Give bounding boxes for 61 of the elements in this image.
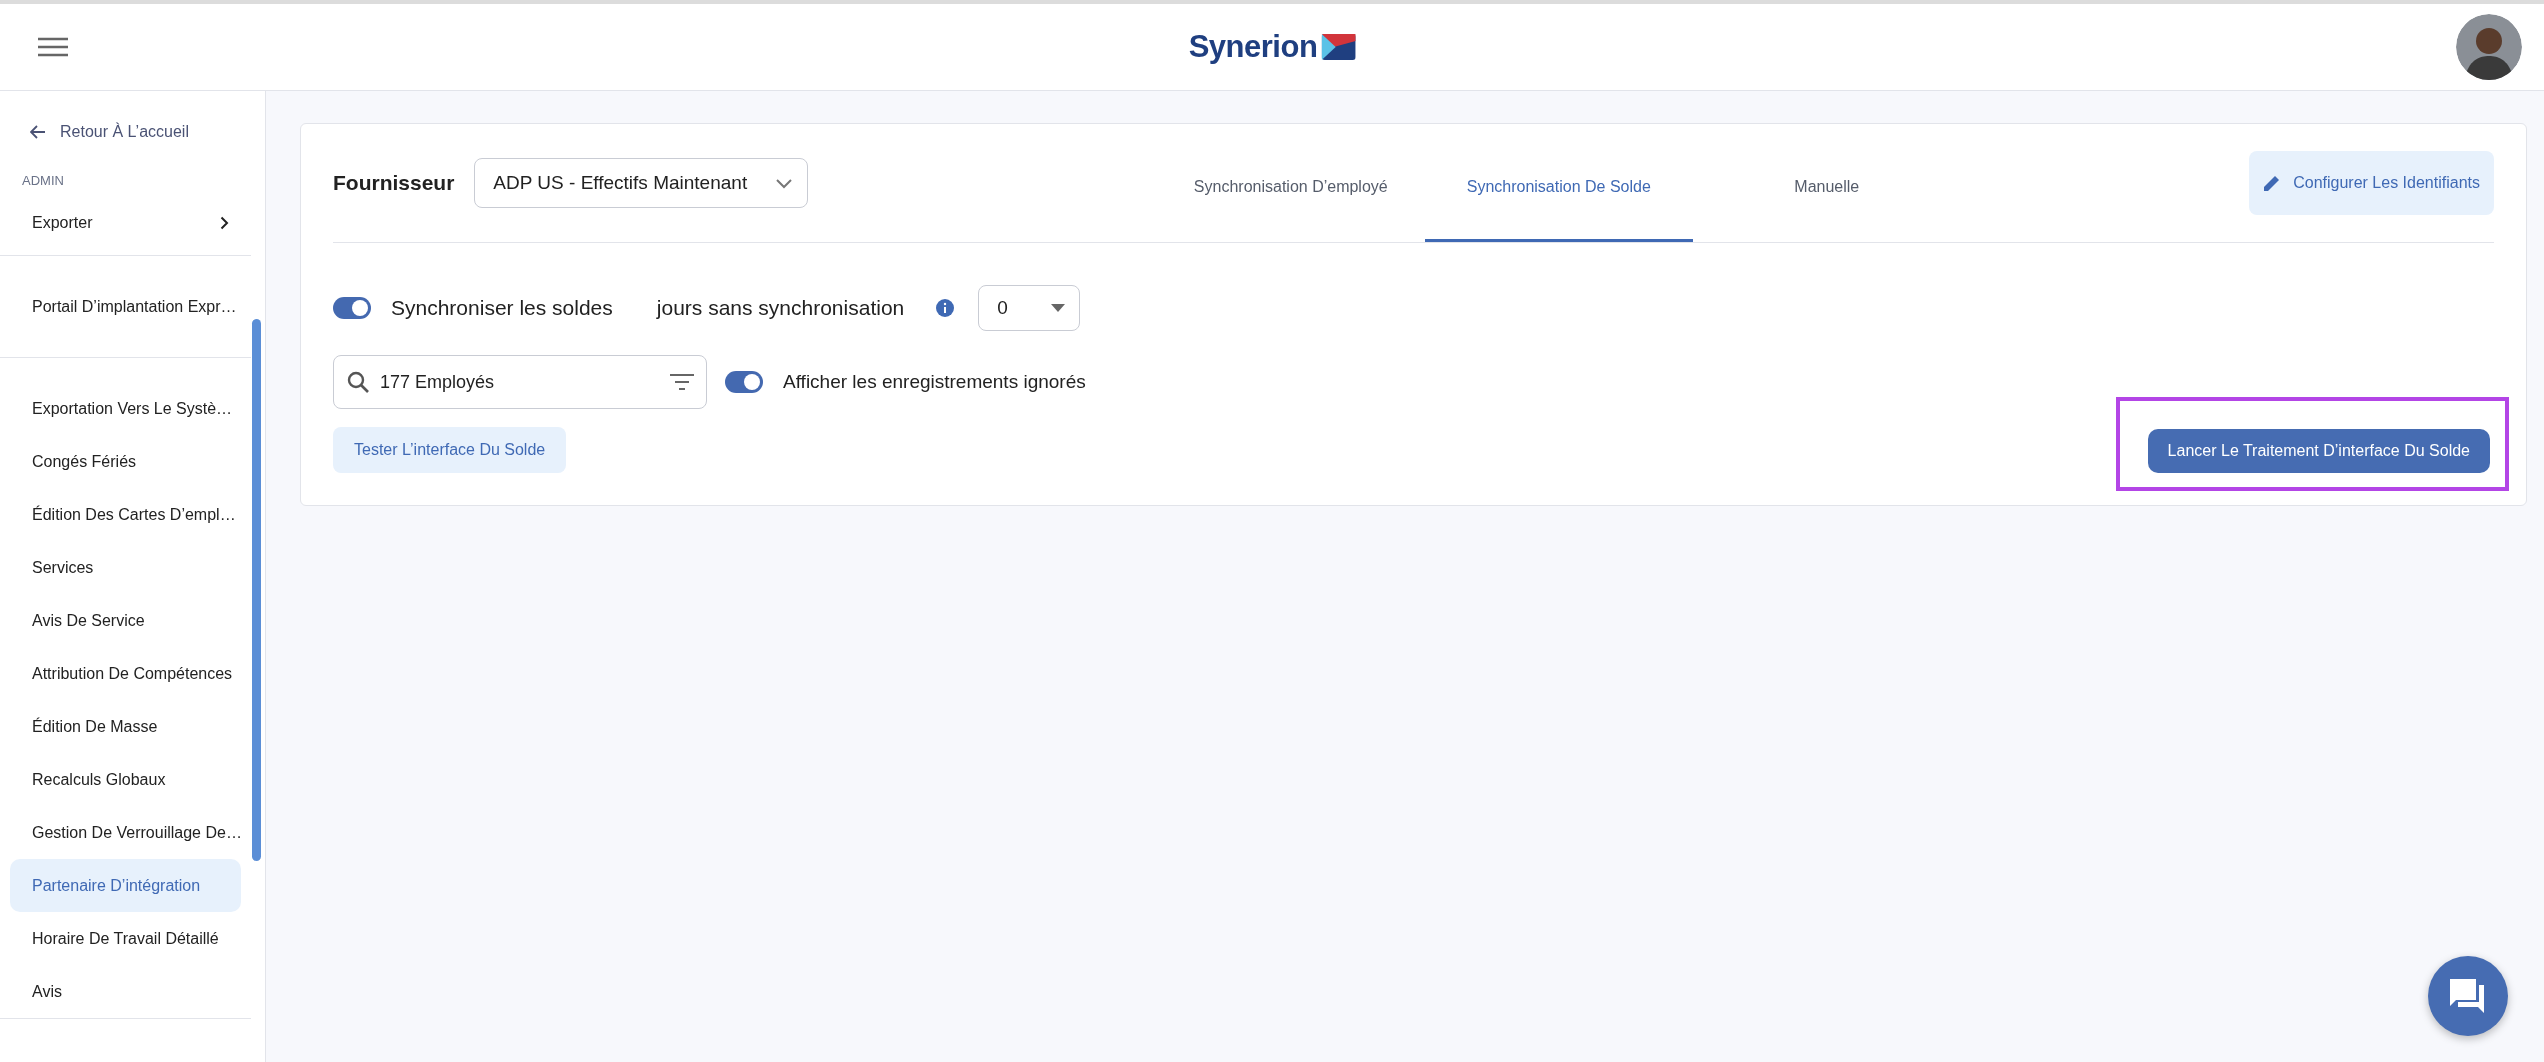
sidebar-item[interactable]: Recalculs Globaux bbox=[0, 753, 251, 806]
sidebar-item-label: Recalculs Globaux bbox=[32, 770, 166, 789]
toggle-label: Afficher les enregistrements ignorés bbox=[783, 371, 1086, 393]
toggle-label: Synchroniser les soldes bbox=[391, 296, 613, 320]
provider-label: Fournisseur bbox=[333, 171, 455, 195]
menu-icon[interactable] bbox=[38, 37, 68, 57]
back-link[interactable]: Retour À L’accueil bbox=[0, 113, 219, 151]
sidebar-item-label: Avis bbox=[32, 982, 62, 1001]
toggle-switch[interactable] bbox=[333, 297, 371, 319]
filter-icon[interactable] bbox=[670, 374, 694, 390]
sidebar-item[interactable]: Gestion De Verrouillage De… bbox=[0, 806, 251, 859]
sidebar-item-label: Congés Fériés bbox=[32, 452, 137, 471]
pencil-icon bbox=[2263, 174, 2282, 192]
sidebar-item[interactable]: Services bbox=[0, 541, 251, 594]
days-select[interactable]: 0 bbox=[978, 285, 1081, 331]
tab[interactable]: Synchronisation De Solde bbox=[1424, 124, 1693, 242]
configure-button[interactable]: Configurer Les Identifiants bbox=[2249, 151, 2494, 215]
sidebar-item[interactable]: Congés Fériés bbox=[0, 435, 251, 488]
tab[interactable]: Synchronisation D’employé bbox=[1156, 124, 1425, 242]
sidebar-item-label: Gestion De Verrouillage De… bbox=[32, 823, 242, 842]
search-field[interactable]: 177 Employés bbox=[333, 355, 707, 409]
sidebar-item-label: Édition De Masse bbox=[32, 717, 158, 736]
sidebar-item-label: Exportation Vers Le Systè… bbox=[32, 399, 233, 418]
logo-flag-icon bbox=[1321, 34, 1356, 60]
chevron-right-icon bbox=[220, 215, 229, 230]
sidebar-item[interactable]: Exportation Vers Le Systè… bbox=[0, 382, 251, 435]
logo-text: Synerion bbox=[1188, 29, 1318, 65]
sidebar-item[interactable]: Édition De Masse bbox=[0, 700, 251, 753]
launch-button[interactable]: Lancer Le Traitement D’interface Du Solde bbox=[2147, 429, 2490, 473]
section-label: ADMIN bbox=[21, 172, 65, 190]
sidebar-item-label: Services bbox=[32, 558, 94, 577]
chevron-down-icon bbox=[775, 177, 794, 189]
sidebar-item-label: Horaire De Travail Détaillé bbox=[32, 929, 219, 948]
sidebar-item[interactable]: Partenaire D’intégration bbox=[10, 859, 241, 912]
back-link-label: Retour À L’accueil bbox=[60, 123, 189, 141]
sidebar-item-label: Attribution De Compétences bbox=[32, 664, 233, 683]
sidebar-item[interactable]: Portail D’implantation Expr… bbox=[0, 280, 251, 333]
sidebar-item[interactable]: Avis bbox=[0, 965, 251, 1018]
dropdown-caret-icon bbox=[1051, 304, 1066, 312]
sidebar-item-label: Partenaire D’intégration bbox=[32, 876, 201, 895]
search-icon bbox=[346, 370, 370, 394]
info-icon[interactable] bbox=[936, 299, 955, 317]
arrow-left-icon bbox=[30, 125, 46, 139]
tab[interactable]: Manuelle bbox=[1692, 124, 1961, 242]
test-button[interactable]: Tester L’interface Du Solde bbox=[333, 427, 567, 473]
provider-select[interactable]: ADP US - Effectifs Maintenant bbox=[474, 158, 809, 208]
sidebar-item-label: Portail D’implantation Expr… bbox=[32, 297, 237, 316]
sidebar-item-label: Avis De Service bbox=[32, 611, 145, 630]
sidebar-item-label: Exporter bbox=[32, 213, 93, 232]
avatar[interactable] bbox=[2456, 14, 2522, 80]
toggle-switch[interactable] bbox=[725, 371, 763, 393]
sidebar-item-label: Édition Des Cartes D’empl… bbox=[32, 505, 236, 524]
sidebar-item[interactable]: Avis De Service bbox=[0, 594, 251, 647]
sidebar-item[interactable]: Horaire De Travail Détaillé bbox=[0, 912, 251, 965]
chat-icon bbox=[2450, 979, 2486, 1013]
sidebar-item[interactable]: Attribution De Compétences bbox=[0, 647, 251, 700]
sidebar-item[interactable]: Exporter bbox=[0, 196, 251, 249]
scrollbar-thumb[interactable] bbox=[252, 319, 261, 861]
sidebar-item[interactable]: Édition Des Cartes D’empl… bbox=[0, 488, 251, 541]
chat-button[interactable] bbox=[2428, 956, 2508, 1036]
days-label: jours sans synchronisation bbox=[656, 296, 905, 320]
